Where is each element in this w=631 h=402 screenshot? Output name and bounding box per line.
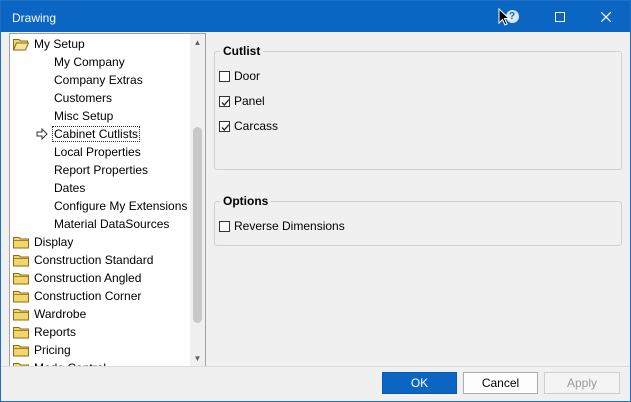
cutlist-group-title: Cutlist	[220, 44, 264, 58]
tree-item[interactable]: Construction Standard	[13, 251, 153, 269]
cutlist-option-label: Door	[234, 69, 261, 83]
close-button[interactable]	[583, 1, 629, 32]
tree-item[interactable]: Cabinet Cutlists	[52, 125, 141, 143]
tree-item-label: Customers	[54, 91, 113, 105]
reverse-dimensions-label: Reverse Dimensions	[234, 219, 345, 233]
tree-scrollbar[interactable]: ▲ ▼	[190, 34, 205, 366]
tree-item[interactable]: Configure My Extensions	[54, 197, 187, 215]
folder-open-icon	[13, 38, 29, 50]
cancel-button[interactable]: Cancel	[463, 372, 538, 394]
cutlist-checkbox-row[interactable]: Carcass	[219, 119, 278, 133]
tree-item-label: Dates	[54, 181, 86, 195]
tree-item[interactable]: Construction Corner	[13, 287, 141, 305]
cutlist-option-label: Carcass	[234, 119, 279, 133]
reverse-dimensions-checkbox[interactable]	[219, 220, 230, 232]
checkmark-icon	[221, 98, 230, 106]
tree-item-label: Wardrobe	[34, 307, 87, 321]
tree-item-label: Misc Setup	[54, 109, 114, 123]
arrow-right-icon	[36, 128, 48, 140]
folder-icon	[13, 308, 29, 320]
title-bar[interactable]: Drawing ?	[1, 1, 630, 32]
maximize-icon	[555, 11, 565, 22]
tree-item[interactable]: Local Properties	[54, 143, 141, 161]
maximize-button[interactable]	[537, 1, 583, 32]
cutlist-option-label: Panel	[234, 94, 265, 108]
folder-icon	[13, 236, 29, 248]
tree-item-label: Report Properties	[54, 163, 149, 177]
drawing-dialog: Drawing ? My Setup My Company Company Extr…	[0, 0, 631, 402]
tree-item-label: Reports	[34, 325, 77, 339]
options-group: Options Reverse Dimensions	[214, 194, 622, 246]
scroll-up-icon[interactable]: ▲	[190, 34, 205, 50]
tree-item-label: Configure My Extensions	[54, 199, 188, 213]
cutlist-checkbox-row[interactable]: Panel	[219, 94, 265, 108]
tree-item[interactable]: Display	[13, 233, 73, 251]
folder-icon	[13, 254, 29, 266]
tree-item[interactable]: Misc Setup	[54, 107, 113, 125]
tree-item-label: Construction Standard	[34, 253, 154, 267]
window-title: Drawing	[12, 11, 57, 25]
tree-item-label: Company Extras	[54, 73, 143, 87]
tree-item[interactable]: My Setup	[13, 35, 85, 53]
tree-item[interactable]: Reports	[13, 323, 76, 341]
folder-icon	[13, 344, 29, 356]
tree-item[interactable]: Customers	[54, 89, 112, 107]
tree-item[interactable]: Wardrobe	[13, 305, 86, 323]
cutlist-group: Cutlist Door Panel Carcass	[214, 44, 622, 170]
tree-item[interactable]: Dates	[54, 179, 85, 197]
tree-item-label: Pricing	[34, 343, 71, 357]
tree-item[interactable]: Construction Angled	[13, 269, 141, 287]
tree-item[interactable]: My Company	[54, 53, 125, 71]
tree-item-label: Construction Angled	[34, 271, 142, 285]
tree-item-label: Cabinet Cutlists	[52, 126, 141, 142]
ok-button[interactable]: OK	[382, 372, 457, 394]
tree-item[interactable]: Pricing	[13, 341, 71, 359]
help-button[interactable]: ?	[489, 1, 535, 32]
tree-item-label: Material DataSources	[54, 217, 170, 231]
apply-button[interactable]: Apply	[544, 372, 620, 394]
button-bar-separator	[1, 366, 630, 367]
cutlist-checkbox-row[interactable]: Door	[219, 69, 260, 83]
tree-item[interactable]: Mode Control	[13, 359, 106, 366]
mouse-cursor-icon	[498, 8, 510, 26]
close-icon	[601, 11, 611, 22]
tree-item-label: My Setup	[34, 37, 85, 51]
tree-item[interactable]: Company Extras	[54, 71, 143, 89]
tree-item-label: Local Properties	[54, 145, 141, 159]
scroll-down-icon[interactable]: ▼	[190, 350, 205, 366]
tree-viewport: My Setup My Company Company Extras Customer…	[10, 34, 190, 366]
tree-item[interactable]: Report Properties	[54, 161, 148, 179]
folder-icon	[13, 290, 29, 302]
options-group-title: Options	[220, 194, 272, 208]
tree-item-label: Construction Corner	[34, 289, 142, 303]
folder-icon	[13, 272, 29, 284]
folder-icon	[13, 326, 29, 338]
reverse-dimensions-checkbox-row[interactable]: Reverse Dimensions	[219, 219, 345, 233]
tree-item[interactable]: Material DataSources	[54, 215, 169, 233]
cutlist-checkbox[interactable]	[219, 95, 230, 107]
tree-item-label: Display	[34, 235, 74, 249]
settings-tree[interactable]: My Setup My Company Company Extras Customer…	[9, 33, 206, 367]
tree-item-label: My Company	[54, 55, 125, 69]
scroll-thumb[interactable]	[193, 127, 202, 323]
checkmark-icon	[221, 123, 230, 131]
cutlist-checkbox[interactable]	[219, 70, 230, 82]
cutlist-checkbox[interactable]	[219, 120, 230, 132]
